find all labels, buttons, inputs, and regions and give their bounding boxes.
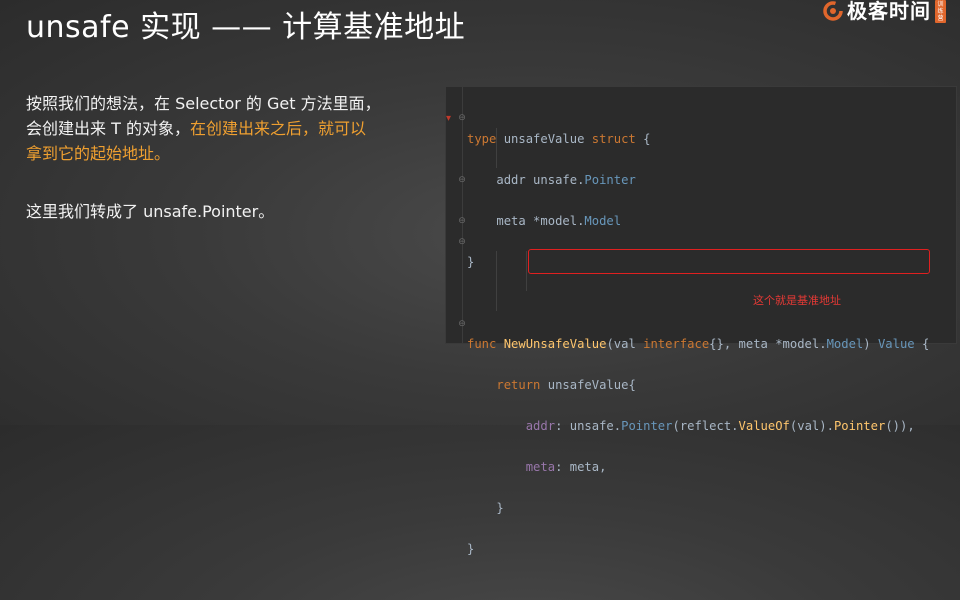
intro-text-2: 会创建出来 T 的对象， (26, 119, 190, 138)
code-line: meta *model.Model (496, 213, 622, 228)
code-line: addr unsafe.Pointer (496, 172, 636, 187)
slide-title: unsafe 实现 —— 计算基准地址 (26, 10, 466, 45)
code-editor-panel: ▾ ⊖ ⊖ ⊖ ⊖ ⊖ type unsafeValue struct { ad… (445, 86, 957, 556)
fold-open-icon[interactable]: ⊖ (457, 113, 467, 123)
annotation-note: 这个就是基准地址 (753, 294, 841, 307)
code-line: } (467, 541, 475, 556)
gutter-divider (462, 87, 463, 343)
logo-badge: 训练营 (935, 0, 946, 23)
logo: 极客时间 训练营 (823, 0, 946, 23)
intro-text-1: 按照我们的想法，在 Selector 的 Get 方法里面， (26, 94, 381, 113)
code-line: type unsafeValue struct { (467, 131, 651, 146)
code-line: } (496, 500, 504, 515)
intro-highlight-2: 拿到它的起始地址。 (26, 144, 171, 163)
fold-open-icon[interactable]: ⊖ (457, 237, 467, 247)
paragraph-conversion: 这里我们转成了 unsafe.Pointer。 (26, 202, 275, 221)
code-line-highlighted: addr: unsafe.Pointer(reflect.ValueOf(val… (525, 418, 915, 433)
highlight-box (528, 249, 930, 274)
fold-close-icon[interactable]: ⊖ (457, 319, 467, 329)
intro-highlight-1: 在创建出来之后，就可以 (189, 119, 366, 138)
logo-text: 极客时间 (847, 0, 931, 23)
error-marker-icon: ▾ (446, 113, 452, 124)
fold-open-icon[interactable]: ⊖ (457, 216, 467, 226)
paragraph-intro: 按照我们的想法，在 Selector 的 Get 方法里面， 会创建出来 T 的… (26, 91, 426, 166)
code-block: type unsafeValue struct { addr unsafe.Po… (467, 108, 929, 600)
code-line: return unsafeValue{ (496, 377, 636, 392)
fold-close-icon[interactable]: ⊖ (457, 175, 467, 185)
code-line: meta: meta, (525, 459, 607, 474)
code-line: func NewUnsafeValue(val interface{}, met… (467, 336, 930, 351)
logo-mark-icon (823, 1, 843, 21)
